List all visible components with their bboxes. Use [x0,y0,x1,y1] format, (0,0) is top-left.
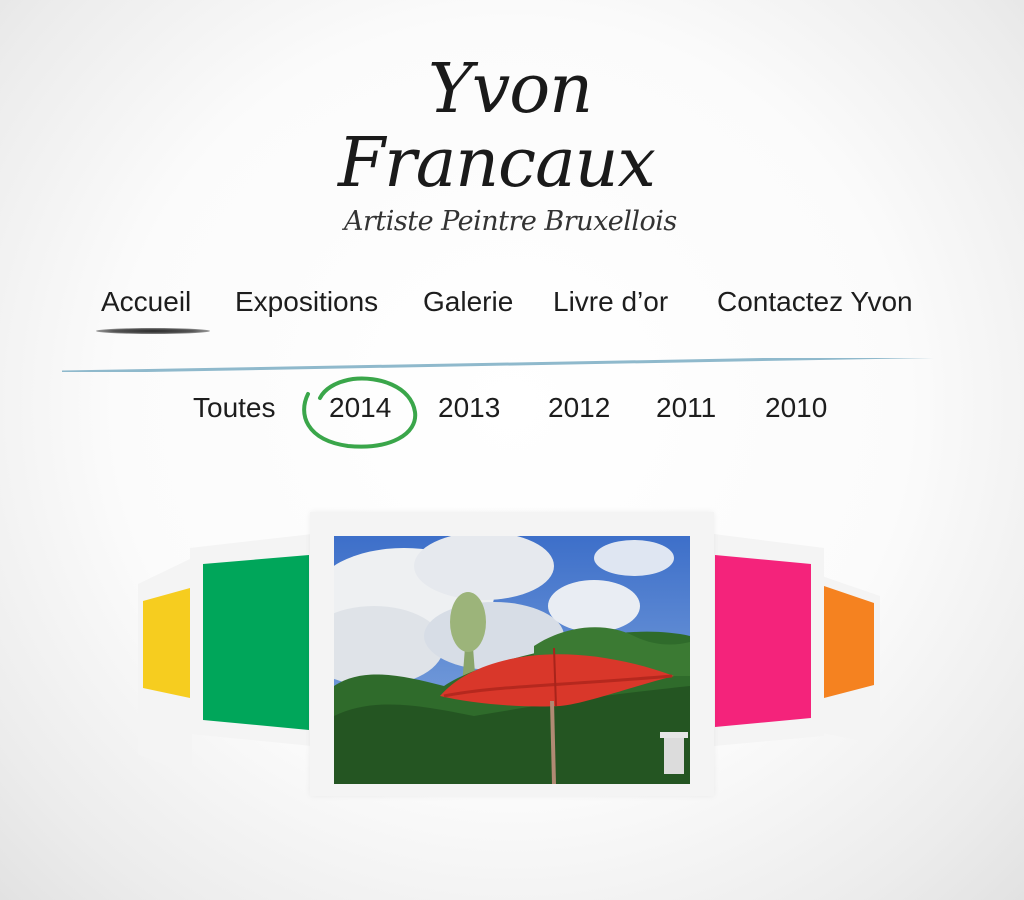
nav-item-contactez-yvon[interactable]: Contactez Yvon [717,286,913,318]
main-nav: Accueil Expositions Galerie Livre d’or C… [0,286,1024,336]
year-filter-2012[interactable]: 2012 [548,392,610,424]
active-nav-underline [96,328,210,334]
nav-item-galerie[interactable]: Galerie [423,286,513,318]
nav-item-expositions[interactable]: Expositions [235,286,378,318]
year-filter-2013[interactable]: 2013 [438,392,500,424]
year-filter-toutes[interactable]: Toutes [193,392,276,424]
nav-divider-line [62,358,934,372]
featured-painting-card[interactable] [310,512,714,796]
year-filter-2010[interactable]: 2010 [765,392,827,424]
gallery-carousel [0,500,1024,820]
yellow-card[interactable] [143,588,190,698]
site-title-line-1: Yvon [428,50,593,129]
site-subtitle: Artiste Peintre Bruxellois [344,206,677,237]
selected-year-circle [302,376,418,449]
year-filter-2011[interactable]: 2011 [656,392,716,424]
featured-painting-image[interactable] [334,536,690,784]
orange-card[interactable] [824,586,874,698]
site-title-line-2: Francaux [338,124,656,203]
nav-item-livre-dor[interactable]: Livre d’or [553,286,668,318]
nav-item-accueil[interactable]: Accueil [101,286,191,318]
pink-card[interactable] [715,555,811,727]
green-card[interactable] [203,555,309,730]
site-header: Yvon Francaux Artiste Peintre Bruxellois [0,0,1024,250]
painting-parasol-image [334,536,690,784]
year-filter: Toutes 2014 2013 2012 2011 2010 [0,392,1024,442]
